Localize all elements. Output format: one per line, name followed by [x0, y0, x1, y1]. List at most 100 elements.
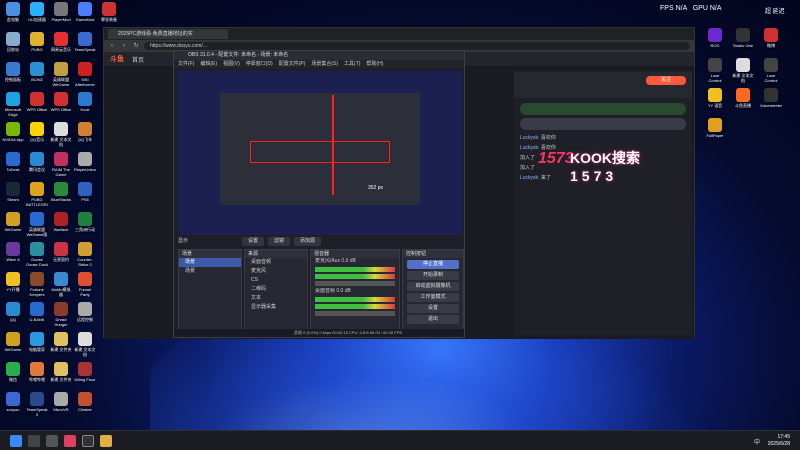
- desktop-icon[interactable]: Climber: [74, 392, 96, 417]
- desktop-icon[interactable]: 此电脑: [2, 2, 24, 27]
- desktop-icon[interactable]: 远程控制: [74, 302, 96, 327]
- obs-preview[interactable]: 352 px: [178, 71, 462, 235]
- desktop-icon[interactable]: PUBG BATTLEGROUNDS: [26, 182, 48, 207]
- desktop-icon[interactable]: NVIDIA App: [2, 122, 24, 147]
- desktop-icon[interactable]: GameMod: [74, 2, 96, 27]
- desktop-icon[interactable]: 三角洲行动: [74, 212, 96, 237]
- desktop-icon[interactable]: 微博: [760, 28, 782, 53]
- desktop-icon[interactable]: QQ: [2, 302, 24, 327]
- desktop-icon[interactable]: MicroVR: [50, 392, 72, 417]
- desktop-icon[interactable]: ToDesk: [2, 152, 24, 177]
- desktop-icon[interactable]: RAIM The Game: [50, 152, 72, 177]
- desktop-icon[interactable]: 网易云音乐: [50, 32, 72, 57]
- desktop-icon[interactable]: Witch It: [2, 242, 24, 267]
- browser-tab[interactable]: 2025PC游戏看-免费直播地址的实: [108, 29, 228, 39]
- desktop-icon[interactable]: 英雄联盟WeGame版: [26, 212, 48, 237]
- desktop-icon[interactable]: 斗鱼直播: [732, 88, 754, 113]
- obs-menu-item[interactable]: 配置文件(P): [279, 60, 306, 68]
- desktop-icon[interactable]: Microsoft Edge: [2, 92, 24, 117]
- desktop-icon[interactable]: YY开播: [2, 272, 24, 297]
- desktop-icon[interactable]: QQ飞车: [74, 122, 96, 147]
- desktop-icon[interactable]: 新建 文件夹: [50, 362, 72, 387]
- desktop-icon[interactable]: 新建 文本文档: [50, 122, 72, 147]
- obs-menu-item[interactable]: 编辑(E): [200, 60, 217, 68]
- desktop-icon[interactable]: Goose Goose Duck: [26, 242, 48, 267]
- desktop-icon[interactable]: BlueStacks: [50, 182, 72, 207]
- desktop-icon[interactable]: 哔哩哔哩: [26, 362, 48, 387]
- desktop-icon[interactable]: MuMu模拟器: [50, 272, 72, 297]
- input-method-indicator[interactable]: 中: [754, 437, 760, 446]
- desktop-icon[interactable]: PS5: [74, 182, 96, 207]
- obs-menu-item[interactable]: 视图(V): [223, 60, 240, 68]
- obs-menu-item[interactable]: 工具(T): [344, 60, 360, 68]
- source-item[interactable]: 桌面音频: [245, 258, 307, 267]
- desktop-icon[interactable]: Studio One: [732, 28, 754, 53]
- desktop-icon[interactable]: Killing Floor: [74, 362, 96, 387]
- desktop-icon[interactable]: FullPaper: [704, 118, 726, 143]
- desktop-icon[interactable]: 新建 文件夹: [50, 332, 72, 357]
- control-button[interactable]: 停止直播: [407, 260, 459, 269]
- desktop-icon[interactable]: 无畏契约: [50, 242, 72, 267]
- source-tool-button[interactable]: 滤镜: [268, 237, 291, 246]
- chat-username[interactable]: Luckysk:: [520, 135, 541, 141]
- desktop-icon[interactable]: PlayerUnknown: [74, 152, 96, 177]
- desktop-icon[interactable]: 微信: [2, 362, 24, 387]
- desktop-icon[interactable]: iSONZ: [26, 62, 48, 87]
- volume-slider[interactable]: [315, 281, 395, 286]
- desktop-icon[interactable]: ROG: [704, 28, 726, 53]
- desktop-icon[interactable]: WeGame: [2, 212, 24, 237]
- back-icon[interactable]: ‹: [108, 42, 116, 50]
- follow-button[interactable]: 关注: [646, 76, 686, 85]
- desktop-icon[interactable]: 新建 文本文档: [74, 332, 96, 357]
- desktop-icon[interactable]: YY 语音: [704, 88, 726, 113]
- desktop-icon[interactable]: sunyou: [2, 392, 24, 417]
- desktop-icon[interactable]: 腾讯会议: [26, 152, 48, 177]
- obs-window[interactable]: OBS 31.0.4 - 配置文件: 未命名 - 场景: 未命名 文件(F) 编辑…: [173, 50, 465, 338]
- taskview-icon[interactable]: [46, 435, 58, 447]
- control-button[interactable]: 开始录制: [407, 271, 459, 280]
- desktop-icon[interactable]: PlayerMod: [50, 2, 72, 27]
- forward-icon[interactable]: ›: [120, 42, 128, 50]
- desktop-icon[interactable]: U-BANK: [26, 302, 48, 327]
- folder-taskbar-icon[interactable]: [100, 435, 112, 447]
- desktop-icon[interactable]: Warface: [50, 212, 72, 237]
- reload-icon[interactable]: ↻: [132, 42, 140, 50]
- desktop-icon[interactable]: 英雄联盟WeGame: [50, 62, 72, 87]
- desktop-icon[interactable]: Funnel Party: [74, 272, 96, 297]
- obs-menu-item[interactable]: 场景集合(S): [311, 60, 338, 68]
- desktop-icon[interactable]: MSI Afterburner: [74, 62, 96, 87]
- chat-username[interactable]: Luckysk:: [520, 175, 541, 181]
- url-input[interactable]: https://www.douyu.com/...: [144, 42, 690, 50]
- control-button[interactable]: 退出: [407, 315, 459, 324]
- desktop-icon[interactable]: Steam: [2, 182, 24, 207]
- desktop-icon[interactable]: 新建 文本文档: [732, 58, 754, 83]
- control-button[interactable]: 设置: [407, 304, 459, 313]
- desktop-icon[interactable]: 控制面板: [2, 62, 24, 87]
- browser-taskbar-icon[interactable]: [64, 435, 76, 447]
- desktop-icon[interactable]: QQ音乐: [26, 122, 48, 147]
- source-item[interactable]: 显示器采集: [245, 303, 307, 312]
- source-item[interactable]: 二维码: [245, 285, 307, 294]
- desktop-icon[interactable]: WPS Office: [26, 92, 48, 117]
- desktop-icon[interactable]: TeamSpeak: [74, 32, 96, 57]
- obs-menu-item[interactable]: 停靠窗口(D): [246, 60, 273, 68]
- source-item[interactable]: 文本: [245, 294, 307, 303]
- desktop-icon[interactable]: Voicemeeter: [760, 88, 782, 113]
- site-logo[interactable]: 斗鱼: [110, 54, 124, 64]
- desktop-icon[interactable]: Kook: [74, 92, 96, 117]
- desktop-icon[interactable]: 罪恶装备: [98, 2, 120, 27]
- volume-slider[interactable]: [315, 311, 395, 316]
- desktop-icon[interactable]: Lose Control: [760, 58, 782, 83]
- scene-item[interactable]: 场景: [179, 267, 241, 276]
- obs-menu-item[interactable]: 帮助(H): [366, 60, 383, 68]
- desktop-icon[interactable]: WeGame: [2, 332, 24, 357]
- desktop-icon[interactable]: UU加速器: [26, 2, 48, 27]
- source-tool-button[interactable]: 设置: [242, 237, 265, 246]
- desktop-icon[interactable]: Fortune Keepers: [26, 272, 48, 297]
- clock[interactable]: 17:45 2025/6/28: [768, 434, 790, 448]
- desktop-icon[interactable]: 电脑管家: [26, 332, 48, 357]
- desktop-icon[interactable]: PUBG: [26, 32, 48, 57]
- search-icon[interactable]: [28, 435, 40, 447]
- control-button[interactable]: 工作室模式: [407, 293, 459, 302]
- desktop-icon[interactable]: 回收站: [2, 32, 24, 57]
